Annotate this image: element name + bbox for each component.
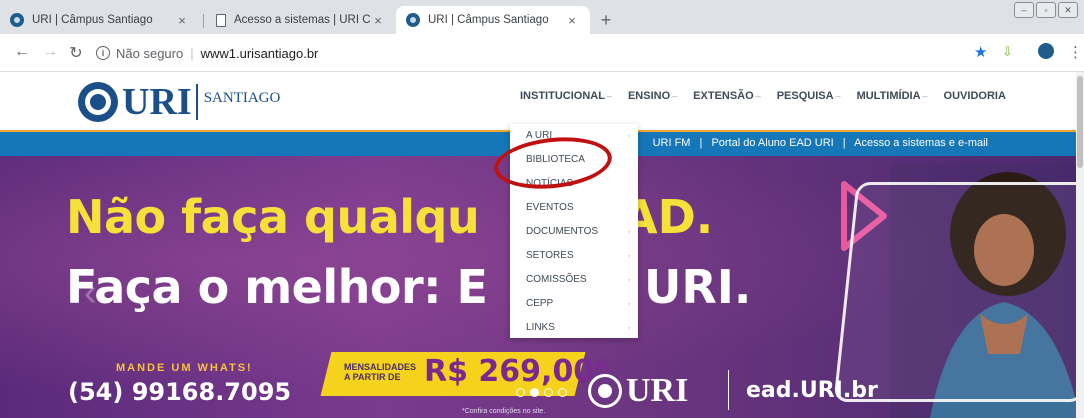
new-tab-button[interactable]: +: [596, 10, 616, 31]
logo-divider: [195, 84, 198, 120]
price-label: MENSALIDADES A PARTIR DE: [344, 362, 417, 382]
banner-uri-logo: URI: [588, 372, 688, 410]
forward-icon[interactable]: →: [40, 43, 60, 61]
close-tab-icon[interactable]: ×: [370, 13, 386, 28]
banner-brand: URI: [626, 372, 689, 409]
link-portal-aluno-ead[interactable]: Portal do Aluno EAD URI: [711, 137, 833, 149]
caret-icon: –: [755, 91, 761, 101]
minimize-icon[interactable]: –: [1014, 2, 1034, 18]
dropdown-item-comissoes[interactable]: COMISSÕES ›: [510, 268, 638, 292]
ead-site-text: ead.URI.br: [746, 378, 878, 403]
main-nav: INSTITUCIONAL – ENSINO – EXTENSÃO – PESQUIS…: [520, 90, 1022, 102]
headline-line-2-end: URI.: [644, 260, 752, 314]
banner-divider: [728, 370, 729, 410]
whatsapp-label: MANDE UM WHATS!: [116, 362, 253, 374]
close-tab-icon[interactable]: ×: [174, 13, 190, 28]
separator: |: [842, 137, 846, 149]
browser-tab-bar: URI | Câmpus Santiago × Acesso a sistema…: [0, 0, 1084, 34]
nav-pesquisa[interactable]: PESQUISA –: [777, 90, 841, 102]
slide-dot-active[interactable]: [530, 388, 539, 397]
logo-name: URI: [122, 81, 192, 123]
scrollbar-thumb[interactable]: [1077, 76, 1083, 168]
dropdown-item-links[interactable]: LINKS ›: [510, 316, 638, 340]
browser-tab-3-active[interactable]: URI | Câmpus Santiago ×: [396, 6, 590, 34]
back-icon[interactable]: ←: [12, 43, 32, 61]
price-value: R$ 269,00*: [424, 354, 610, 389]
tab-title: URI | Câmpus Santiago: [428, 14, 549, 26]
nav-ouvidoria[interactable]: OUVIDORIA: [944, 90, 1006, 102]
address-separator: |: [190, 45, 194, 61]
nav-ensino[interactable]: ENSINO –: [628, 90, 677, 102]
dropdown-item-cepp[interactable]: CEPP ›: [510, 292, 638, 316]
logo-subtitle: SANTIAGO: [203, 90, 281, 106]
close-window-icon[interactable]: ✕: [1058, 2, 1078, 18]
url-text[interactable]: www1.urisantiago.br: [201, 46, 319, 61]
menu-kebab-icon[interactable]: ⋮: [1068, 43, 1083, 61]
restore-icon[interactable]: ▫: [1036, 2, 1056, 18]
headline-line-1: Não faça qualqu: [66, 190, 480, 244]
window-controls: – ▫ ✕: [1014, 2, 1078, 18]
nav-institucional[interactable]: INSTITUCIONAL –: [520, 90, 612, 102]
slide-dot[interactable]: [544, 388, 553, 397]
slide-dot[interactable]: [516, 388, 525, 397]
uri-favicon-icon: [10, 13, 24, 27]
bookmark-star-icon[interactable]: ★: [974, 43, 987, 61]
caret-icon: –: [606, 91, 612, 101]
dropdown-item-documentos[interactable]: DOCUMENTOS ›: [510, 220, 638, 244]
submenu-arrow-icon: ›: [627, 227, 630, 236]
browser-tab-2[interactable]: Acesso a sistemas | URI Câmpus Sa ×: [206, 6, 396, 34]
browser-tab-1[interactable]: URI | Câmpus Santiago ×: [0, 6, 200, 34]
nav-extensao[interactable]: EXTENSÃO –: [693, 90, 761, 102]
extension-icon[interactable]: ⇩: [1002, 44, 1013, 60]
uri-favicon-icon: [406, 13, 420, 27]
uri-logo[interactable]: URI SANTIAGO: [78, 80, 280, 124]
tab-title: Acesso a sistemas | URI Câmpus Sa: [234, 14, 370, 26]
close-tab-icon[interactable]: ×: [564, 13, 580, 28]
address-bar[interactable]: i Não seguro | www1.urisantiago.br: [96, 39, 976, 67]
dropdown-item-eventos[interactable]: EVENTOS: [510, 196, 638, 220]
link-uri-fm[interactable]: URI FM: [653, 137, 691, 149]
phone-number: (54) 99168.7095: [68, 378, 292, 406]
page-icon: [216, 13, 226, 27]
nav-multimidia[interactable]: MULTIMÍDIA –: [857, 90, 928, 102]
submenu-arrow-icon: ›: [627, 275, 630, 284]
page-scrollbar[interactable]: [1076, 72, 1084, 418]
submenu-arrow-icon: ›: [627, 299, 630, 308]
link-acesso-sistemas[interactable]: Acesso a sistemas e e-mail: [854, 137, 988, 149]
tablet-frame: [833, 182, 1084, 402]
site-header: URI SANTIAGO INSTITUCIONAL – ENSINO – EXTE…: [0, 72, 1084, 128]
tab-title: URI | Câmpus Santiago: [32, 14, 153, 26]
profile-avatar-icon[interactable]: [1038, 43, 1054, 63]
security-label: Não seguro: [116, 45, 184, 61]
info-icon[interactable]: i: [96, 46, 110, 60]
reload-icon[interactable]: ↻: [66, 43, 86, 63]
caret-icon: –: [922, 91, 928, 101]
dropdown-item-setores[interactable]: SETORES ›: [510, 244, 638, 268]
caret-icon: –: [835, 91, 841, 101]
slide-indicators: [516, 388, 567, 397]
caret-icon: –: [672, 91, 678, 101]
browser-toolbar: ← → ↻ i Não seguro | www1.urisantiago.br…: [0, 34, 1084, 72]
submenu-arrow-icon: ›: [627, 131, 630, 140]
uri-logo-mark-icon: [78, 82, 118, 122]
uri-logo-mark-icon: [588, 374, 622, 408]
separator: |: [699, 137, 703, 149]
headline-line-2: Faça o melhor: E: [66, 260, 488, 314]
submenu-arrow-icon: ›: [627, 323, 630, 332]
slide-dot[interactable]: [558, 388, 567, 397]
submenu-arrow-icon: ›: [627, 251, 630, 260]
fine-print: *Confira condições no site.: [462, 408, 546, 415]
